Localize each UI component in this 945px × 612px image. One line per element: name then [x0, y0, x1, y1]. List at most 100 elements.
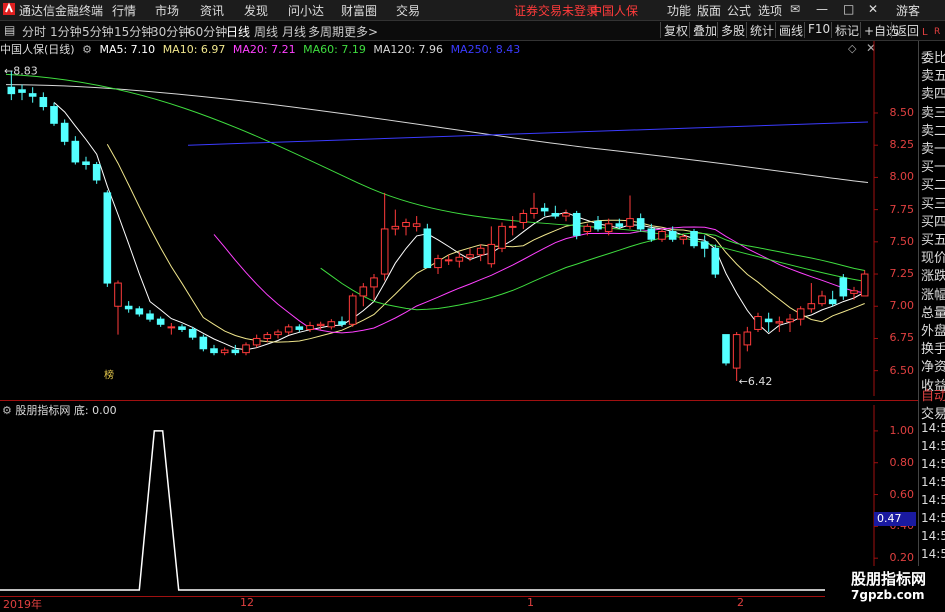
side-label[interactable]: 总量	[921, 302, 945, 321]
side-indicator-label[interactable]: 14:56	[921, 493, 945, 507]
side-label[interactable]: 买五	[921, 229, 945, 248]
candle-body	[338, 321, 346, 325]
watermark: 股朋指标网 7gpzb.com	[825, 566, 945, 609]
candle-body	[487, 243, 496, 265]
candlestick-chart[interactable]: ←8.83 ←6.42 榜	[0, 41, 918, 396]
menu-item-layout[interactable]: 版面	[697, 2, 721, 19]
menu-item-ask[interactable]: 问小达	[288, 2, 324, 19]
side-indicator-label[interactable]: 14:56	[921, 439, 945, 453]
side-label[interactable]: 涨跌	[921, 265, 945, 284]
candle-body	[28, 93, 37, 97]
menu-item-quote[interactable]: 行情	[112, 2, 136, 19]
minimize-icon[interactable]: —	[816, 2, 828, 16]
period-1min[interactable]: 1分钟	[50, 23, 82, 40]
period-60min[interactable]: 60分钟	[188, 23, 227, 40]
candle-body	[818, 295, 826, 305]
side-label[interactable]: 买二	[921, 174, 945, 193]
indicator-axis-label: 0.60	[889, 487, 915, 501]
menu-item-market[interactable]: 市场	[155, 2, 179, 19]
maximize-icon[interactable]: □	[843, 2, 854, 16]
price-label: 7.00	[889, 299, 915, 313]
btn-draw[interactable]: 画线	[775, 22, 806, 38]
candle-body	[508, 225, 517, 228]
login-notice[interactable]: 证券交易未登录	[514, 2, 598, 19]
menu-item-function[interactable]: 功能	[667, 2, 691, 19]
side-label[interactable]: 换手	[921, 338, 945, 357]
indicator-axis-label: 0.20	[889, 551, 915, 565]
period-weekly[interactable]: 周线	[254, 23, 278, 40]
candle-body	[690, 231, 698, 247]
candle-body	[828, 299, 837, 305]
candle-body	[199, 336, 208, 350]
period-15min[interactable]: 15分钟	[114, 23, 153, 40]
ma120-line	[5, 84, 869, 184]
btn-mark[interactable]: 标记	[831, 22, 862, 38]
btn-f10[interactable]: F10	[804, 22, 833, 38]
side-label[interactable]: 净资	[921, 356, 945, 375]
menu-item-options[interactable]: 选项	[758, 2, 782, 19]
btn-adjust[interactable]: 复权	[660, 22, 691, 38]
side-label[interactable]: 卖三	[921, 102, 945, 121]
candle-body	[7, 86, 16, 95]
indicator-chart[interactable]	[0, 405, 918, 595]
side-label[interactable]: 买四	[921, 211, 945, 230]
side-indicator-label[interactable]: 自动	[921, 385, 945, 404]
side-label[interactable]: 买一	[921, 156, 945, 175]
period-more[interactable]: 更多>	[344, 23, 378, 40]
candle-body	[732, 334, 741, 369]
candle-body	[615, 223, 624, 227]
menu-item-trade[interactable]: 交易	[396, 2, 420, 19]
candle-body	[60, 122, 69, 142]
side-indicator-label[interactable]: 14:56	[921, 511, 945, 525]
menu-item-formula[interactable]: 公式	[727, 2, 751, 19]
period-5min[interactable]: 5分钟	[82, 23, 114, 40]
candle-body	[796, 308, 805, 320]
side-indicator-label[interactable]: 14:56	[921, 457, 945, 471]
guest-label[interactable]: 游客	[896, 2, 920, 19]
candle-body	[636, 218, 645, 230]
side-label[interactable]: 卖四	[921, 83, 945, 102]
chart-icon[interactable]: ▤	[4, 23, 15, 37]
candle-body	[39, 97, 48, 108]
candle-body	[380, 228, 389, 275]
side-label[interactable]: 买三	[921, 193, 945, 212]
side-indicator-label[interactable]: 交易	[921, 403, 945, 422]
side-label[interactable]: 卖二	[921, 120, 945, 139]
menu-item-discover[interactable]: 发现	[244, 2, 268, 19]
side-label[interactable]: 外盘	[921, 320, 945, 339]
side-indicator-label[interactable]: 14:56	[921, 547, 945, 561]
price-label: 6.75	[889, 331, 915, 345]
x-axis-line	[0, 596, 918, 597]
candle-body	[252, 337, 261, 346]
period-timeshare[interactable]: 分时	[22, 23, 46, 40]
side-label[interactable]: 现价	[921, 247, 945, 266]
menu-item-wealth[interactable]: 财富圈	[341, 2, 377, 19]
menu-item-news[interactable]: 资讯	[200, 2, 224, 19]
ma250-line	[187, 121, 869, 146]
menu-bar: 通达信金融终端 行情 市场 资讯 发现 问小达 财富圈 交易 证券交易未登录 中…	[0, 0, 945, 21]
candle-body	[82, 161, 90, 166]
message-icon[interactable]: ✉	[790, 2, 800, 16]
candle-body	[167, 326, 176, 329]
candle-body	[668, 231, 677, 240]
period-30min[interactable]: 30分钟	[151, 23, 190, 40]
candle-body	[764, 318, 773, 323]
btn-multi-stock[interactable]: 多股	[717, 22, 748, 38]
period-multi[interactable]: 多周期	[308, 23, 344, 40]
side-label[interactable]: 涨幅	[921, 284, 945, 303]
side-indicator-label[interactable]: 14:56	[921, 529, 945, 543]
btn-overlay[interactable]: 叠加	[689, 22, 720, 38]
side-label[interactable]: 卖一	[921, 138, 945, 157]
side-label[interactable]: 委比	[921, 47, 945, 66]
pane-divider	[0, 400, 918, 401]
btn-back[interactable]: 返回	[891, 22, 922, 38]
candle-body	[551, 212, 560, 217]
side-indicator-label[interactable]: 14:56	[921, 421, 945, 435]
btn-stats[interactable]: 统计	[746, 22, 777, 38]
side-indicator-label[interactable]: 14:56	[921, 475, 945, 489]
close-icon[interactable]: ✕	[868, 2, 878, 16]
side-label[interactable]: 卖五	[921, 65, 945, 84]
period-monthly[interactable]: 月线	[282, 23, 306, 40]
period-daily[interactable]: 日线	[226, 23, 250, 40]
candle-body	[135, 308, 144, 315]
